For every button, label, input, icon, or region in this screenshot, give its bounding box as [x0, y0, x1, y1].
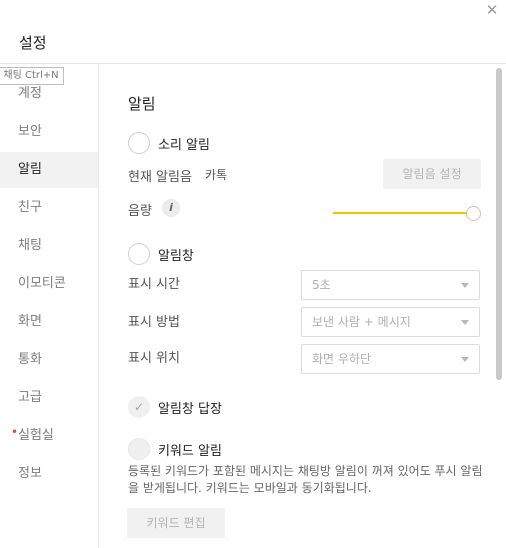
volume-label: 음량	[128, 204, 152, 219]
new-badge: •	[11, 425, 19, 439]
display-position-label: 표시 위치	[128, 351, 180, 366]
keyword-alert-label: 키워드 알림	[158, 444, 222, 459]
display-method-label: 표시 방법	[128, 315, 180, 330]
sidebar-item-label: 실험실	[18, 428, 54, 443]
check-icon[interactable]: ✓	[128, 396, 150, 418]
sidebar-item-lab[interactable]: • 실험실	[0, 418, 98, 454]
info-icon[interactable]: i	[162, 199, 180, 217]
volume-slider-thumb[interactable]	[466, 206, 481, 221]
sound-settings-button[interactable]: 알림음 설정	[383, 159, 481, 189]
sidebar-item-friends[interactable]: 친구	[0, 190, 98, 226]
select-value: 보낸 사람 + 메시지	[312, 315, 411, 329]
keyword-alert-radio[interactable]	[128, 438, 150, 460]
alert-window-label: 알림창	[158, 249, 194, 264]
close-icon: ✕	[485, 1, 499, 19]
section-title: 알림	[128, 95, 156, 113]
select-value: 5초	[312, 278, 331, 292]
sidebar-item-display[interactable]: 화면	[0, 304, 98, 340]
sidebar-item-advanced[interactable]: 고급	[0, 380, 98, 416]
chevron-down-icon	[461, 357, 469, 362]
keyword-description: 등록된 키워드가 포함된 메시지는 채팅방 알림이 꺼져 있어도 푸시 알림을 …	[128, 464, 483, 495]
sidebar-item-notifications[interactable]: 알림	[0, 152, 98, 188]
display-time-select[interactable]: 5초	[301, 270, 480, 300]
alert-window-radio[interactable]	[128, 243, 150, 265]
sidebar: 계정 보안 알림 친구 채팅 이모티콘 화면 통화 고급 • 실험실 정보	[0, 64, 99, 548]
sidebar-item-security[interactable]: 보안	[0, 114, 98, 150]
sidebar-item-info[interactable]: 정보	[0, 456, 98, 492]
chevron-down-icon	[461, 283, 469, 288]
keyword-edit-button[interactable]: 키워드 편집	[127, 508, 225, 538]
display-method-select[interactable]: 보낸 사람 + 메시지	[301, 307, 480, 337]
sound-alert-radio[interactable]	[128, 132, 150, 154]
display-time-label: 표시 시간	[128, 277, 180, 292]
reply-label: 알림창 답장	[158, 402, 222, 417]
chevron-down-icon	[461, 320, 469, 325]
volume-slider-track[interactable]	[333, 212, 473, 214]
window-title: 설정	[19, 34, 47, 52]
scrollbar[interactable]	[496, 68, 502, 380]
display-position-select[interactable]: 화면 우하단	[301, 344, 480, 374]
tooltip: 운 채팅 Ctrl+N	[0, 67, 64, 85]
select-value: 화면 우하단	[312, 352, 372, 366]
sidebar-item-emoticons[interactable]: 이모티콘	[0, 266, 98, 302]
current-sound-value: 카톡	[205, 168, 228, 182]
current-sound-label: 현재 알림음	[128, 170, 192, 185]
sound-alert-label: 소리 알림	[158, 138, 210, 153]
sidebar-item-calls[interactable]: 통화	[0, 342, 98, 378]
sidebar-item-chat[interactable]: 채팅	[0, 228, 98, 264]
close-button[interactable]: ✕	[484, 2, 500, 18]
